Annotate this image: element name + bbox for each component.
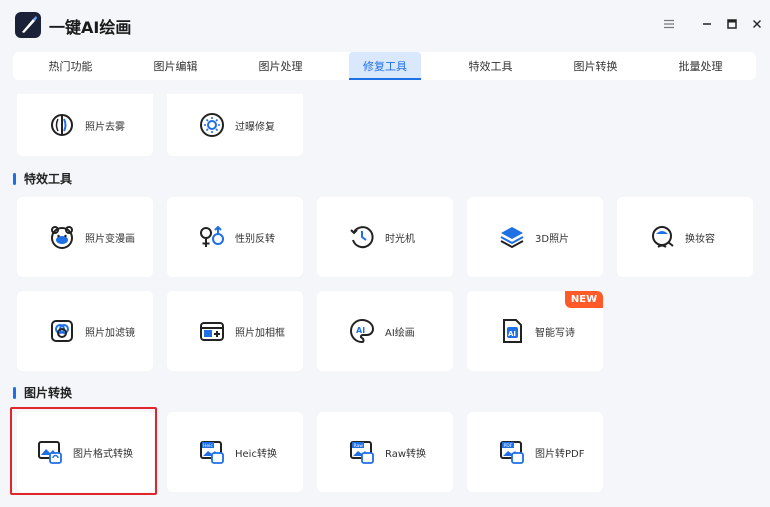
tab-effects[interactable]: 特效工具 [438,52,543,80]
tab-image-process[interactable]: 图片处理 [228,52,333,80]
minimize-icon [703,23,711,25]
menu-icon [664,19,674,29]
dehaze-icon [49,112,75,138]
tool-label: 图片格式转换 [73,448,133,460]
section-marker [13,386,16,399]
tool-card-time-machine[interactable]: 时光机 [317,197,453,277]
tool-label: 图片转PDF [535,448,585,460]
tool-card-raw-convert[interactable]: Raw Raw转换 [317,412,453,492]
tab-convert[interactable]: 图片转换 [543,52,648,80]
raw-tag: Raw [354,443,364,449]
tool-label: 过曝修复 [235,121,275,133]
close-icon [753,20,761,28]
cartoon-face-icon [49,224,75,250]
app-title: 一键AI绘画 [49,18,132,37]
heic-convert-icon: Heic [199,439,225,465]
tool-card-ai-paint[interactable]: AI AI绘画 [317,291,453,371]
time-machine-icon [349,224,375,250]
menu-button[interactable] [659,14,679,34]
tool-label: 时光机 [385,233,415,245]
tab-hot[interactable]: 热门功能 [18,52,123,80]
tool-label: 照片加相框 [235,327,285,339]
tool-label: Raw转换 [385,448,427,460]
pdf-convert-icon: PDF [499,439,525,465]
close-button[interactable] [747,14,767,34]
tool-card-cartoon[interactable]: 照片变漫画 [17,197,153,277]
title-bar: 一键AI绘画 [0,0,770,48]
tool-label: 照片变漫画 [85,233,135,245]
filter-icon [49,318,75,344]
ai-paint-icon: AI [349,318,375,344]
tool-label: 换妆容 [685,233,715,245]
tool-label: 照片加滤镜 [85,327,135,339]
tool-card-overexposure-fix[interactable]: 过曝修复 [167,94,303,156]
3d-layers-icon [499,224,525,250]
tool-card-heic-convert[interactable]: Heic Heic转换 [167,412,303,492]
tab-image-edit[interactable]: 图片编辑 [123,52,228,80]
overexposure-fix-icon [199,112,225,138]
section-marker [13,172,16,185]
section-title-effects: 特效工具 [13,170,72,187]
tab-batch[interactable]: 批量处理 [648,52,753,80]
tab-repair-tools[interactable]: 修复工具 [349,52,421,80]
tool-card-pdf-convert[interactable]: PDF 图片转PDF [467,412,603,492]
maximize-button[interactable] [722,14,742,34]
tool-card-photo-frame[interactable]: 照片加相框 [167,291,303,371]
new-badge: NEW [565,291,603,308]
tool-label: 智能写诗 [535,327,575,339]
pdf-tag: PDF [504,443,513,449]
tool-card-3d-photo[interactable]: 3D照片 [467,197,603,277]
ai-poem-icon: AI [499,318,525,344]
tool-label: 照片去雾 [85,121,125,133]
minimize-button[interactable] [697,14,717,34]
gender-swap-icon [199,224,225,250]
svg-text:AI: AI [356,326,365,335]
maximize-icon [727,19,737,29]
svg-text:AI: AI [508,330,516,338]
tool-label: AI绘画 [385,327,415,339]
tool-card-filter[interactable]: 照片加滤镜 [17,291,153,371]
format-convert-icon [37,439,63,465]
makeup-icon [649,224,675,250]
tool-card-format-convert[interactable]: 图片格式转换 [17,412,154,492]
tool-card-makeup[interactable]: 换妆容 [617,197,753,277]
category-tabs: 热门功能 图片编辑 图片处理 修复工具 特效工具 图片转换 批量处理 [13,52,756,80]
tool-card-gender-swap[interactable]: 性别反转 [167,197,303,277]
photo-frame-icon [199,318,225,344]
raw-convert-icon: Raw [349,439,375,465]
tool-card-dehaze[interactable]: 照片去雾 [17,94,153,156]
tool-label: 性别反转 [235,233,275,245]
app-logo-icon [15,12,41,38]
tool-label: Heic转换 [235,448,277,460]
tool-label: 3D照片 [535,233,570,245]
heic-tag: Heic [203,443,213,449]
section-title-convert: 图片转换 [13,384,72,401]
